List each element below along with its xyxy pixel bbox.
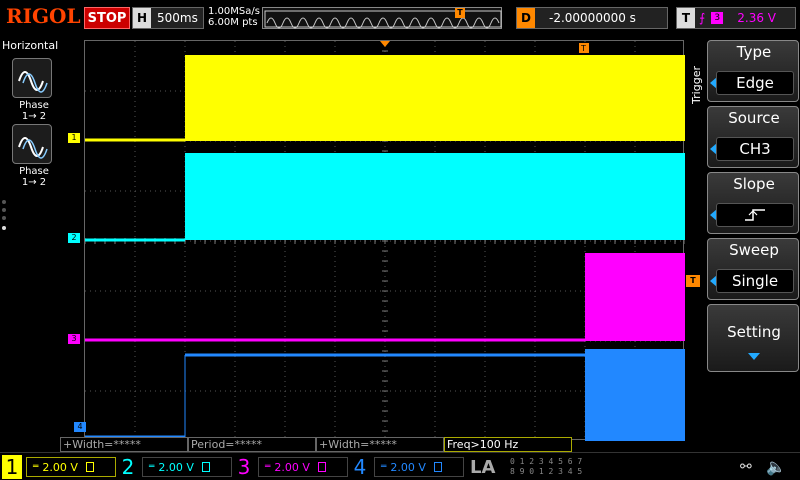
trigger-source-button[interactable]: Source CH3 <box>707 106 799 168</box>
sine-wave-icon <box>18 137 48 159</box>
menu-title: Source <box>728 109 780 127</box>
phase-button-rising[interactable] <box>12 58 52 98</box>
measurement-item[interactable]: Period=***** <box>188 437 316 452</box>
ch1-offset-marker[interactable]: 1 <box>68 133 80 143</box>
dc-coupling-icon: ═ <box>265 462 271 472</box>
overview-trigger-marker: T <box>455 8 465 18</box>
sample-rate: 1.00MSa/s <box>208 6 260 17</box>
trigger-source-badge: 3 <box>711 12 724 24</box>
trigger-menu-title: Trigger <box>690 66 703 104</box>
menu-title: Type <box>736 43 772 61</box>
ch2-offset-marker[interactable]: 2 <box>68 233 80 243</box>
down-arrow-icon <box>748 353 760 360</box>
memory-depth: 6.00M pts <box>208 17 258 28</box>
dc-coupling-icon: ═ <box>149 462 155 472</box>
setting-label: Setting <box>727 323 781 341</box>
ch1-waveform-fill <box>185 55 685 141</box>
page-dot <box>2 216 6 220</box>
channel-number: 2 <box>121 455 135 479</box>
measurement-item[interactable]: +Width=***** <box>316 437 444 452</box>
channel-icon <box>433 462 442 472</box>
timebase-value: 500ms <box>157 11 198 25</box>
channel-scale: ═ 2.00 V <box>374 457 464 477</box>
menu-value: CH3 <box>716 137 794 161</box>
panel-title: Horizontal <box>2 39 59 52</box>
trigger-label: T <box>677 8 695 28</box>
top-status-bar: RIGOL STOP H 500ms 1.00MSa/s 6.00M pts T… <box>0 0 800 36</box>
logic-analyzer-bits: 0 1 2 3 4 5 6 7 8 9 0 1 2 3 4 5 <box>510 457 583 476</box>
phase-label-1: Phase 1→ 2 <box>19 100 49 122</box>
menu-value: Edge <box>716 71 794 95</box>
channel-number: 4 <box>353 455 367 479</box>
measurement-item[interactable]: +Width=***** <box>60 437 188 452</box>
ch3-waveform-fill <box>585 253 685 341</box>
logic-analyzer-button[interactable]: LA <box>470 457 495 478</box>
ch3-offset-marker[interactable]: 3 <box>68 334 80 344</box>
channel-bar: 1 ═ 2.00 V 2 ═ 2.00 V 3 ═ 2.00 V 4 ═ 2.0… <box>0 452 800 480</box>
horizontal-panel: Horizontal Phase 1→ 2 Phase 1→ 2 <box>0 36 60 452</box>
channel-1-button[interactable]: 1 ═ 2.00 V <box>2 455 116 479</box>
channel-icon <box>85 462 94 472</box>
channel-icon <box>201 462 210 472</box>
acquisition-info: 1.00MSa/s 6.00M pts <box>208 6 260 28</box>
trigger-menu: Trigger T Type Edge Source CH3 Slope Swe… <box>686 36 800 452</box>
menu-value <box>716 203 794 227</box>
page-dot <box>2 208 6 212</box>
channel-scale: ═ 2.00 V <box>26 457 116 477</box>
channel-4-button[interactable]: 4 ═ 2.00 V <box>350 455 464 479</box>
waveform-display[interactable]: T 1 2 3 4 <box>60 36 700 452</box>
overview-wave <box>264 10 502 29</box>
channel-number: 3 <box>237 455 251 479</box>
menu-title: Sweep <box>729 241 779 259</box>
channel-scale: ═ 2.00 V <box>258 457 348 477</box>
brand-logo: RIGOL <box>6 4 81 28</box>
measurement-item[interactable]: Freq>100 Hz <box>444 437 572 452</box>
channel-2-button[interactable]: 2 ═ 2.00 V <box>118 455 232 479</box>
rising-edge-icon <box>745 209 765 221</box>
menu-value: Single <box>716 269 794 293</box>
phase-label-2: Phase 1→ 2 <box>19 166 49 188</box>
phase-button-falling[interactable] <box>12 124 52 164</box>
sine-wave-icon <box>18 71 48 93</box>
dc-coupling-icon: ═ <box>381 462 387 472</box>
delay-readout[interactable]: D -2.00000000 s <box>516 7 668 29</box>
speaker-icon[interactable]: 🔈 <box>766 457 786 476</box>
channel-scale: ═ 2.00 V <box>142 457 232 477</box>
channel-3-button[interactable]: 3 ═ 2.00 V <box>234 455 348 479</box>
dc-coupling-icon: ═ <box>33 462 39 472</box>
measurement-bar: +Width=***** Period=***** +Width=***** F… <box>60 437 700 452</box>
run-stop-status[interactable]: STOP <box>84 7 130 29</box>
menu-title: Slope <box>733 175 775 193</box>
delay-value: -2.00000000 s <box>549 11 636 25</box>
ch4-waveform-fill <box>585 349 685 441</box>
horizontal-timebase[interactable]: H 500ms <box>132 7 204 29</box>
page-dot <box>2 200 6 204</box>
waveform-overview[interactable]: T <box>262 7 502 29</box>
trigger-position-marker <box>380 41 390 47</box>
horizontal-label: H <box>133 8 151 28</box>
graticule[interactable]: T <box>84 40 685 441</box>
delay-label: D <box>517 8 535 28</box>
ch2-waveform-fill <box>185 153 685 240</box>
page-dot-active <box>2 226 6 230</box>
ch4-offset-marker[interactable]: 4 <box>74 422 86 432</box>
trigger-type-button[interactable]: Type Edge <box>707 40 799 102</box>
graticule-svg: T <box>85 41 685 441</box>
trigger-slope-button[interactable]: Slope <box>707 172 799 234</box>
rising-edge-icon: ⨍ <box>699 11 706 25</box>
trigger-level: 2.36 V <box>737 11 777 25</box>
trigger-setting-button[interactable]: Setting <box>707 304 799 372</box>
channel-icon <box>317 462 326 472</box>
trigger-time-marker-label: T <box>580 44 586 53</box>
trigger-status[interactable]: T ⨍ 3 2.36 V <box>676 7 796 29</box>
channel-number: 1 <box>2 455 22 479</box>
trigger-sweep-button[interactable]: Sweep Single <box>707 238 799 300</box>
usb-icon: ⚯ <box>740 459 752 475</box>
trigger-level-marker[interactable]: T <box>686 275 700 287</box>
